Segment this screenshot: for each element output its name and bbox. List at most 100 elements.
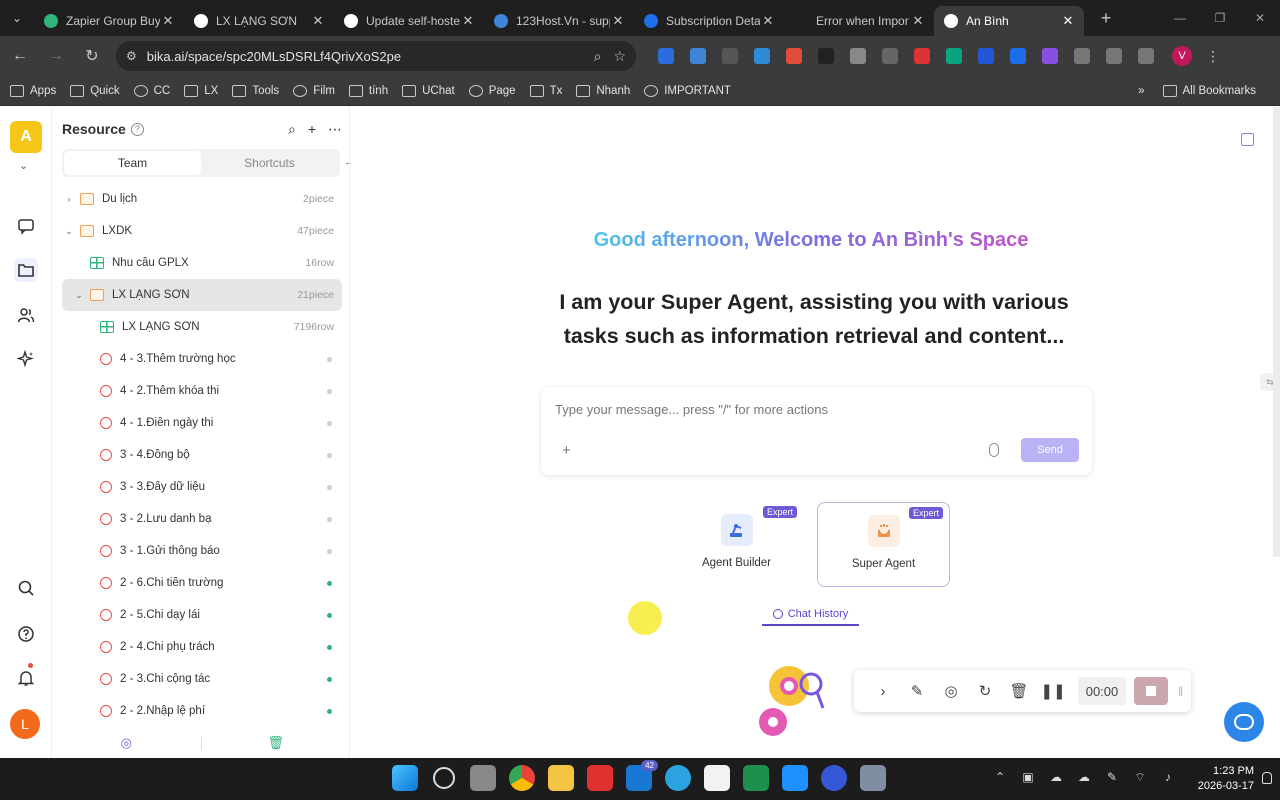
taskbar-clock[interactable]: 1:23 PM 2026-03-17	[1198, 764, 1254, 794]
tree-item[interactable]: 2 - 2.Nhập lệ phí	[62, 695, 342, 727]
tree-item[interactable]: ⌄ LX LẠNG SƠN 21piece	[62, 279, 342, 311]
resources-folder-icon[interactable]	[14, 258, 38, 282]
ai-sparkle-icon[interactable]	[14, 347, 38, 371]
app-red-icon[interactable]	[587, 765, 613, 791]
tab-shortcuts[interactable]: Shortcuts	[201, 151, 338, 175]
browser-tab[interactable]: Subscription Detai ✕	[634, 6, 784, 36]
address-bar[interactable]: ⚙ bika.ai/space/spc20MLsDSRLf4QrivXoS2pe…	[116, 41, 636, 71]
close-tab-icon[interactable]: ✕	[610, 13, 626, 29]
bookmark-item[interactable]: Film	[293, 84, 335, 97]
search-icon[interactable]: ⌕	[288, 121, 296, 138]
bookmark-item[interactable]: tính	[348, 84, 388, 97]
tree-item[interactable]: 3 - 1.Gửi thông báo	[62, 535, 342, 567]
notification-bell-icon[interactable]	[14, 666, 38, 690]
telegram-icon[interactable]	[665, 765, 691, 791]
tree-item[interactable]: 2 - 6.Chi tiền trường	[62, 567, 342, 599]
add-icon[interactable]: +	[308, 121, 316, 137]
close-tab-icon[interactable]: ✕	[760, 13, 776, 29]
more-bookmarks-icon[interactable]: »	[1138, 85, 1144, 97]
tree-chevron-icon[interactable]: ⌄	[72, 290, 86, 301]
tray-chevron-icon[interactable]: ⌃	[993, 770, 1007, 784]
bookmark-item[interactable]: IMPORTANT	[644, 84, 731, 97]
bookmark-item[interactable]: LX	[184, 84, 218, 97]
tab-search-chevron-icon[interactable]: ⌄	[0, 0, 34, 36]
app-indigo-icon[interactable]	[821, 765, 847, 791]
extension-icon[interactable]	[946, 48, 962, 64]
agent-builder-card[interactable]: Expert Agent Builder	[670, 502, 803, 587]
planet-icon[interactable]: ◎	[52, 735, 201, 751]
windows-start-icon[interactable]	[392, 765, 418, 791]
chat-icon[interactable]	[14, 214, 38, 238]
outlook-icon[interactable]: 42	[626, 760, 658, 791]
bookmark-item[interactable]: Apps	[10, 84, 56, 97]
tree-item[interactable]: › Du lịch 2piece	[62, 183, 342, 215]
search-icon[interactable]	[14, 576, 38, 600]
super-agent-card[interactable]: Expert Super Agent	[817, 502, 950, 587]
chrome-icon[interactable]	[509, 765, 535, 791]
extension-icon[interactable]	[658, 48, 674, 64]
extension-icon[interactable]	[722, 48, 738, 64]
scrollbar[interactable]	[1273, 107, 1280, 557]
file-explorer-icon[interactable]	[548, 765, 574, 791]
drag-handle-icon[interactable]: ‖	[1178, 684, 1183, 699]
site-info-icon[interactable]: ⚙	[126, 49, 137, 63]
minimize-icon[interactable]: —	[1160, 0, 1200, 36]
pause-icon[interactable]: ❚❚	[1036, 682, 1070, 700]
tree-item[interactable]: 4 - 3.Thêm trường học	[62, 343, 342, 375]
question-icon[interactable]: ?	[130, 122, 144, 136]
link-icon[interactable]	[1138, 48, 1154, 64]
chat-history-tab[interactable]: Chat History	[762, 604, 859, 626]
tab-team[interactable]: Team	[64, 151, 201, 175]
bookmark-item[interactable]: Nhanh	[576, 84, 630, 97]
extension-icon[interactable]	[1010, 48, 1026, 64]
tree-item[interactable]: 2 - 5.Chi dạy lái	[62, 599, 342, 631]
workspace-chevron-icon[interactable]: ⌄	[19, 159, 28, 172]
bookmark-item[interactable]: UChat	[402, 84, 455, 97]
bookmark-star-icon[interactable]: ☆	[613, 48, 626, 65]
attach-plus-icon[interactable]: +	[562, 442, 571, 459]
document-icon[interactable]	[704, 765, 730, 791]
app-blue-icon[interactable]	[782, 765, 808, 791]
image-icon[interactable]	[1241, 133, 1254, 146]
user-avatar[interactable]: L	[10, 709, 40, 739]
extension-icon[interactable]	[786, 48, 802, 64]
expand-chevron-icon[interactable]: ›	[866, 683, 900, 700]
extension-icon[interactable]	[978, 48, 994, 64]
extension-icon[interactable]	[882, 48, 898, 64]
extension-icon[interactable]	[850, 48, 866, 64]
cloud-icon[interactable]: ☁	[1049, 770, 1063, 784]
profile-avatar[interactable]: V	[1172, 46, 1192, 66]
reload-icon[interactable]: ↻	[76, 40, 108, 72]
bookmark-item[interactable]: CC	[133, 84, 170, 97]
browser-tab[interactable]: 123Host.Vn - supp ✕	[484, 6, 634, 36]
browser-menu-icon[interactable]: ⋮	[1206, 48, 1220, 65]
zoom-search-icon[interactable]: ⌕	[594, 48, 602, 65]
browser-tab[interactable]: Zapier Group Buy ✕	[34, 6, 184, 36]
more-icon[interactable]: ⋯	[328, 121, 342, 138]
close-tab-icon[interactable]: ✕	[160, 13, 176, 29]
excel-icon[interactable]	[743, 765, 769, 791]
tree-item[interactable]: 4 - 2.Thêm khóa thi	[62, 375, 342, 407]
tree-item[interactable]: 2 - 3.Chi cộng tác	[62, 663, 342, 695]
tree-item[interactable]: LX LẠNG SƠN 7196row	[62, 311, 342, 343]
members-icon[interactable]	[14, 303, 38, 327]
extension-icon[interactable]	[914, 48, 930, 64]
notification-center-icon[interactable]	[1262, 772, 1272, 784]
browser-tab[interactable]: An Bình ✕	[934, 6, 1084, 36]
tree-chevron-icon[interactable]: ⌄	[62, 226, 76, 237]
restore-icon[interactable]: ❐	[1200, 0, 1240, 36]
help-icon[interactable]	[14, 622, 38, 646]
delete-icon[interactable]: 🗑	[1002, 682, 1036, 700]
cursor-effect-icon[interactable]: ◎	[934, 682, 968, 700]
chat-input[interactable]	[555, 399, 1075, 419]
trash-icon[interactable]: 🗑	[202, 735, 351, 751]
extension-icon[interactable]	[1042, 48, 1058, 64]
tree-item[interactable]: 3 - 2.Lưu danh bạ	[62, 503, 342, 535]
browser-tab[interactable]: Update self-hoste ✕	[334, 6, 484, 36]
browser-tab[interactable]: LX LẠNG SƠN ✕	[184, 6, 334, 36]
support-chat-button[interactable]	[1224, 702, 1264, 742]
password-key-icon[interactable]	[1106, 48, 1122, 64]
volume-icon[interactable]: ♪	[1161, 770, 1175, 784]
tree-item[interactable]: 3 - 4.Đồng bộ	[62, 439, 342, 471]
task-view-icon[interactable]	[470, 765, 496, 791]
